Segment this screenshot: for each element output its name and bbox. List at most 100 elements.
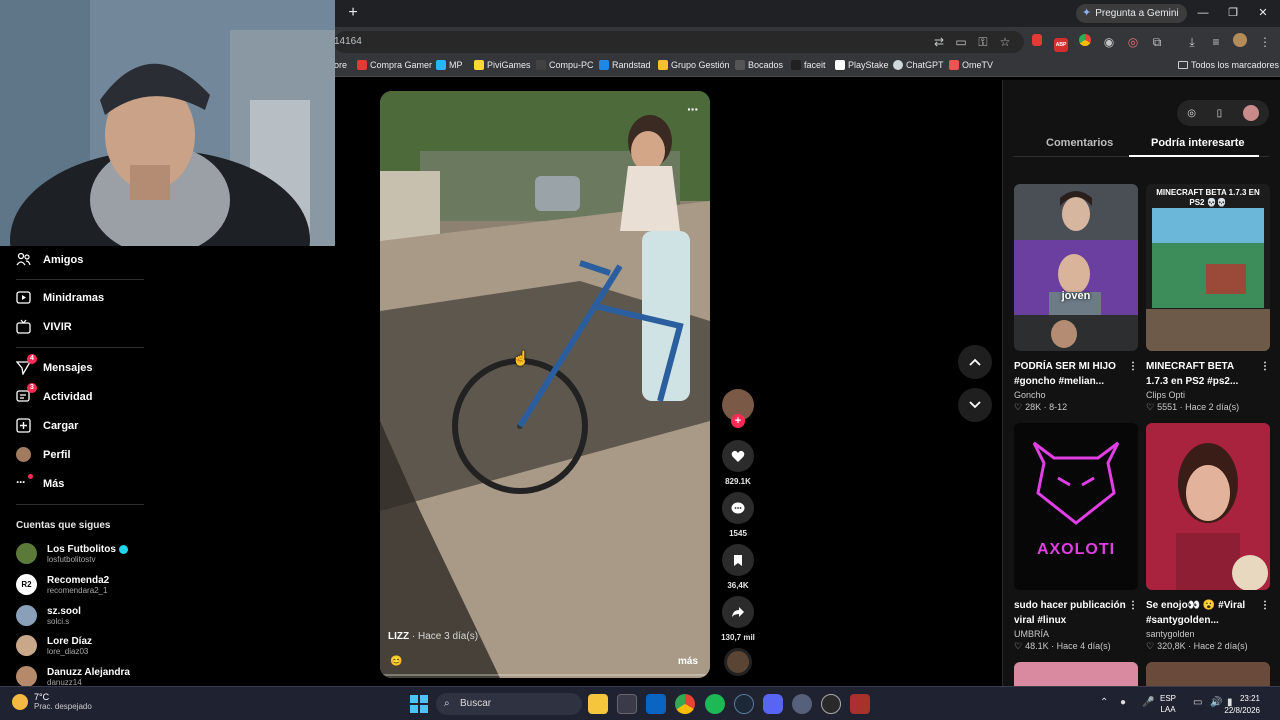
- adblock-extension-icon[interactable]: ABP: [1052, 33, 1070, 52]
- maximize-button[interactable]: ❐: [1218, 4, 1248, 22]
- followed-account[interactable]: R2 Recomenda2 recomendara2_1: [16, 574, 109, 595]
- sidebar-item-vivir[interactable]: VIVIR: [16, 319, 72, 334]
- sidebar-item-amigos[interactable]: Amigos: [16, 252, 83, 267]
- riot-vanguard-icon[interactable]: [850, 694, 870, 714]
- video-player[interactable]: ··· LIZZ · Hace 3 día(s) 😊 más: [380, 91, 710, 678]
- bookmark-item[interactable]: Bocados: [735, 60, 783, 70]
- video-thumbnail[interactable]: MINECRAFT BETA 1.7.3 EN PS2 💀💀: [1146, 184, 1270, 351]
- install-app-icon[interactable]: ▭: [952, 33, 970, 51]
- card-options-icon[interactable]: ⋮: [1260, 359, 1270, 374]
- recommended-video-card-partial[interactable]: [1014, 662, 1138, 686]
- previous-video-button[interactable]: [958, 345, 992, 379]
- tray-app-icon[interactable]: ●: [1120, 697, 1126, 708]
- recommended-video-card[interactable]: joven PODRÍA SER MI HIJO #goncho #melian…: [1014, 184, 1138, 413]
- card-options-icon[interactable]: ⋮: [1128, 359, 1138, 374]
- chrome-icon[interactable]: [675, 694, 695, 714]
- followed-account[interactable]: sz.sool solci.s: [16, 605, 81, 626]
- followed-account[interactable]: Lore Díaz lore_diaz03: [16, 635, 92, 656]
- followed-account[interactable]: Danuzz Alejandra danuzz14: [16, 666, 130, 687]
- windows-start-icon[interactable]: [410, 695, 428, 713]
- heart-icon[interactable]: [722, 440, 754, 472]
- file-explorer-icon[interactable]: [588, 694, 608, 714]
- browser-menu-icon[interactable]: ⋮: [1256, 33, 1274, 51]
- tab-might-interest[interactable]: Podría interesarte: [1151, 137, 1245, 149]
- obs-icon[interactable]: [821, 694, 841, 714]
- comment-icon[interactable]: [722, 492, 754, 524]
- video-progress-bar[interactable]: [380, 674, 710, 676]
- video-thumbnail[interactable]: joven: [1014, 184, 1138, 351]
- extension-red-icon[interactable]: [1028, 33, 1046, 51]
- gemini-button[interactable]: ✦ Pregunta a Gemini: [1076, 4, 1187, 23]
- recommended-video-card[interactable]: Se enojo👀 😮 #Viral #santygolden... ⋮ sant…: [1146, 423, 1270, 652]
- extension-record-icon[interactable]: ◎: [1124, 33, 1142, 51]
- bookmark-item[interactable]: Randstad: [599, 60, 651, 70]
- save-action[interactable]: 36,4K: [722, 544, 754, 590]
- download-icon[interactable]: ⤓: [1183, 33, 1201, 51]
- share-icon[interactable]: [722, 596, 754, 628]
- chrome-extension-icon[interactable]: [1076, 33, 1094, 51]
- discord-icon[interactable]: [763, 694, 783, 714]
- compass-icon[interactable]: ◎: [1187, 108, 1196, 119]
- next-video-button[interactable]: [958, 388, 992, 422]
- volume-icon[interactable]: 🔊: [1210, 697, 1222, 708]
- url-field[interactable]: 14164: [334, 31, 1024, 53]
- bookmark-icon[interactable]: [722, 544, 754, 576]
- sidebar-item-perfil[interactable]: Perfil: [16, 447, 71, 462]
- bookmark-item[interactable]: OmeTV: [949, 60, 993, 70]
- tab-comments[interactable]: Comentarios: [1046, 137, 1113, 149]
- microphone-icon[interactable]: 🎤: [1142, 697, 1154, 708]
- music-disc-icon[interactable]: [724, 648, 752, 676]
- store-icon[interactable]: [617, 694, 637, 714]
- bookmark-item[interactable]: faceit: [791, 60, 826, 70]
- bookmark-item[interactable]: Grupo Gestión: [658, 60, 730, 70]
- bookmark-star-icon[interactable]: ☆: [996, 33, 1014, 51]
- followed-account[interactable]: Los Futbolitos losfutbolitostv: [16, 543, 128, 564]
- steam-icon[interactable]: [734, 694, 754, 714]
- sidebar-item-actividad[interactable]: 3 Actividad: [16, 383, 93, 404]
- translate-icon[interactable]: ⇄: [930, 33, 948, 51]
- video-author[interactable]: LIZZ · Hace 3 día(s): [388, 631, 478, 642]
- profile-avatar-icon[interactable]: [1231, 33, 1249, 51]
- bookmark-item[interactable]: ore: [334, 60, 347, 70]
- monitor-icon[interactable]: ▭: [1193, 697, 1202, 708]
- bookmark-item[interactable]: PlayStake: [835, 60, 889, 70]
- video-thumbnail[interactable]: AXOLOTI: [1014, 423, 1138, 590]
- system-clock[interactable]: 23:21 22/8/2026: [1224, 693, 1260, 717]
- share-action[interactable]: 130,7 mil: [721, 596, 755, 642]
- user-avatar[interactable]: [1242, 105, 1259, 121]
- sidebar-item-mensajes[interactable]: 4 Mensajes: [15, 354, 93, 376]
- password-key-icon[interactable]: ⚿: [974, 33, 992, 51]
- recommended-video-card[interactable]: MINECRAFT BETA 1.7.3 EN PS2 💀💀 MINECRAFT…: [1146, 184, 1270, 413]
- bookmark-item[interactable]: MP: [436, 60, 463, 70]
- weather-widget[interactable]: 7°C Prac. despejado: [12, 692, 92, 711]
- video-options-button[interactable]: ···: [687, 101, 699, 117]
- bookmark-item[interactable]: Compu-PC: [536, 60, 594, 70]
- card-author[interactable]: Clips Opti: [1146, 390, 1270, 400]
- taskbar-search[interactable]: ⌕ Buscar: [436, 693, 582, 715]
- follow-button[interactable]: +: [731, 414, 745, 428]
- comment-action[interactable]: 1545: [722, 492, 754, 538]
- spotify-icon[interactable]: [705, 694, 725, 714]
- minimize-button[interactable]: —: [1188, 4, 1218, 22]
- sidebar-item-cargar[interactable]: Cargar: [16, 418, 78, 433]
- card-options-icon[interactable]: ⋮: [1128, 598, 1138, 613]
- caption-more-link[interactable]: más: [678, 656, 698, 667]
- all-bookmarks-button[interactable]: Todos los marcadores: [1178, 60, 1279, 70]
- extensions-puzzle-icon[interactable]: ⧉: [1148, 33, 1166, 51]
- like-action[interactable]: 829.1K: [722, 440, 754, 486]
- bookmark-item[interactable]: PiviGames: [474, 60, 531, 70]
- bookmark-item[interactable]: Compra Gamer: [357, 60, 432, 70]
- reading-list-icon[interactable]: ≡: [1207, 33, 1225, 51]
- extension-gray-icon[interactable]: ◉: [1100, 33, 1118, 51]
- card-author[interactable]: UMBRÍA: [1014, 629, 1138, 639]
- new-tab-button[interactable]: +: [344, 4, 362, 22]
- sidebar-item-minidramas[interactable]: Minidramas: [16, 290, 104, 305]
- close-window-button[interactable]: ✕: [1248, 4, 1278, 22]
- recommended-video-card-partial[interactable]: [1146, 662, 1270, 686]
- outlook-icon[interactable]: [646, 694, 666, 714]
- settings-gear-icon[interactable]: [792, 694, 812, 714]
- card-options-icon[interactable]: ⋮: [1260, 598, 1270, 613]
- phone-icon[interactable]: ▯: [1217, 108, 1223, 119]
- card-author[interactable]: Goncho: [1014, 390, 1138, 400]
- bookmark-item[interactable]: ChatGPT: [893, 60, 944, 70]
